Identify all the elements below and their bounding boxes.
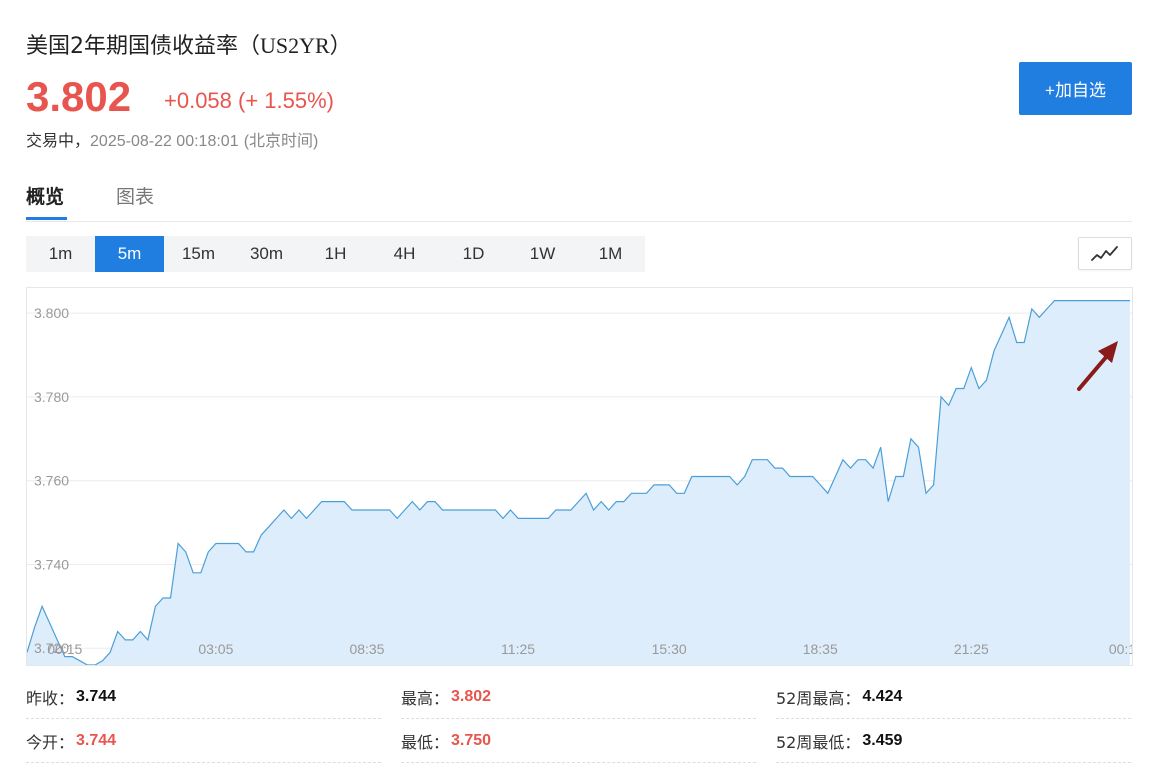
- period-5m[interactable]: 5m: [95, 236, 164, 272]
- stat-prev-close: 昨收： 3.744: [26, 675, 381, 719]
- stat-value: 3.744: [76, 731, 117, 749]
- y-tick-label: 3.760: [34, 473, 69, 489]
- price-change: +0.058 (+ 1.55%): [164, 88, 335, 113]
- stat-value: 3.750: [451, 731, 492, 749]
- instrument-title: 美国2年期国债收益率（US2YR）: [26, 28, 352, 60]
- y-tick-label: 3.740: [34, 556, 69, 572]
- line-chart-icon: [1091, 245, 1118, 261]
- period-30m[interactable]: 30m: [232, 236, 301, 272]
- stat-open: 今开： 3.744: [26, 719, 381, 763]
- y-tick-label: 3.800: [34, 305, 69, 321]
- stat-52w-high: 52周最高： 4.424: [776, 675, 1131, 719]
- current-price: 3.802: [26, 73, 132, 120]
- quote-timestamp: 2025-08-22 00:18:01: [90, 133, 239, 150]
- tab-chart[interactable]: 图表: [116, 182, 154, 209]
- tab-bar: 概览 图表: [26, 170, 1132, 222]
- instrument-code: （US2YR）: [238, 33, 352, 58]
- add-to-watchlist-button[interactable]: +加自选: [1019, 62, 1132, 115]
- x-tick-label: 18:35: [803, 641, 838, 657]
- x-tick-label: 03:05: [198, 641, 233, 657]
- area-fill: [27, 300, 1130, 665]
- stat-low: 最低： 3.750: [401, 719, 756, 763]
- trading-status: 交易中，2025-08-22 00:18:01 (北京时间): [26, 127, 318, 151]
- period-selector: 1m 5m 15m 30m 1H 4H 1D 1W 1M: [26, 236, 645, 272]
- chart-type-toggle[interactable]: [1078, 237, 1132, 270]
- stat-label: 52周最低：: [776, 732, 861, 752]
- period-15m[interactable]: 15m: [164, 236, 233, 272]
- stat-label: 最低：: [401, 732, 450, 752]
- stat-label: 今开：: [26, 732, 75, 752]
- period-1m[interactable]: 1m: [26, 236, 95, 272]
- period-1d[interactable]: 1D: [439, 236, 508, 272]
- tab-overview[interactable]: 概览: [26, 182, 64, 209]
- stat-label: 昨收：: [26, 688, 75, 708]
- period-4h[interactable]: 4H: [370, 236, 439, 272]
- stat-high: 最高： 3.802: [401, 675, 756, 719]
- x-tick-label: 15:30: [652, 641, 687, 657]
- price-chart[interactable]: 3.800 3.780 3.760 3.740 3.720 00:15 03:05 08:35…: [26, 287, 1133, 666]
- stat-value: 4.424: [862, 687, 903, 705]
- x-tick-label: 11:25: [501, 641, 535, 657]
- stat-value: 3.459: [862, 731, 903, 749]
- price-chart-svg: 3.8003.7803.7603.7403.72000:15 03:05 08:35…: [27, 300, 1132, 665]
- stat-label: 52周最高：: [776, 688, 861, 708]
- x-tick-label: 08:35: [349, 641, 384, 657]
- status-label: 交易中，: [26, 131, 91, 150]
- y-tick-label: 3.780: [34, 389, 69, 405]
- x-tick-label: 21:25: [954, 641, 989, 657]
- period-1mo[interactable]: 1M: [576, 236, 645, 272]
- period-1h[interactable]: 1H: [301, 236, 370, 272]
- stat-value: 3.802: [451, 687, 492, 705]
- stat-value: 3.744: [76, 687, 117, 705]
- active-tab-indicator: [26, 217, 67, 220]
- x-tick-label: 00:1: [1109, 641, 1132, 657]
- period-1w[interactable]: 1W: [508, 236, 577, 272]
- instrument-name: 美国2年期国债收益率: [26, 34, 238, 59]
- stat-52w-low: 52周最低： 3.459: [776, 719, 1131, 763]
- stat-label: 最高：: [401, 688, 450, 708]
- x-tick-label: 00:15: [47, 641, 82, 657]
- timezone-label: (北京时间): [243, 133, 319, 150]
